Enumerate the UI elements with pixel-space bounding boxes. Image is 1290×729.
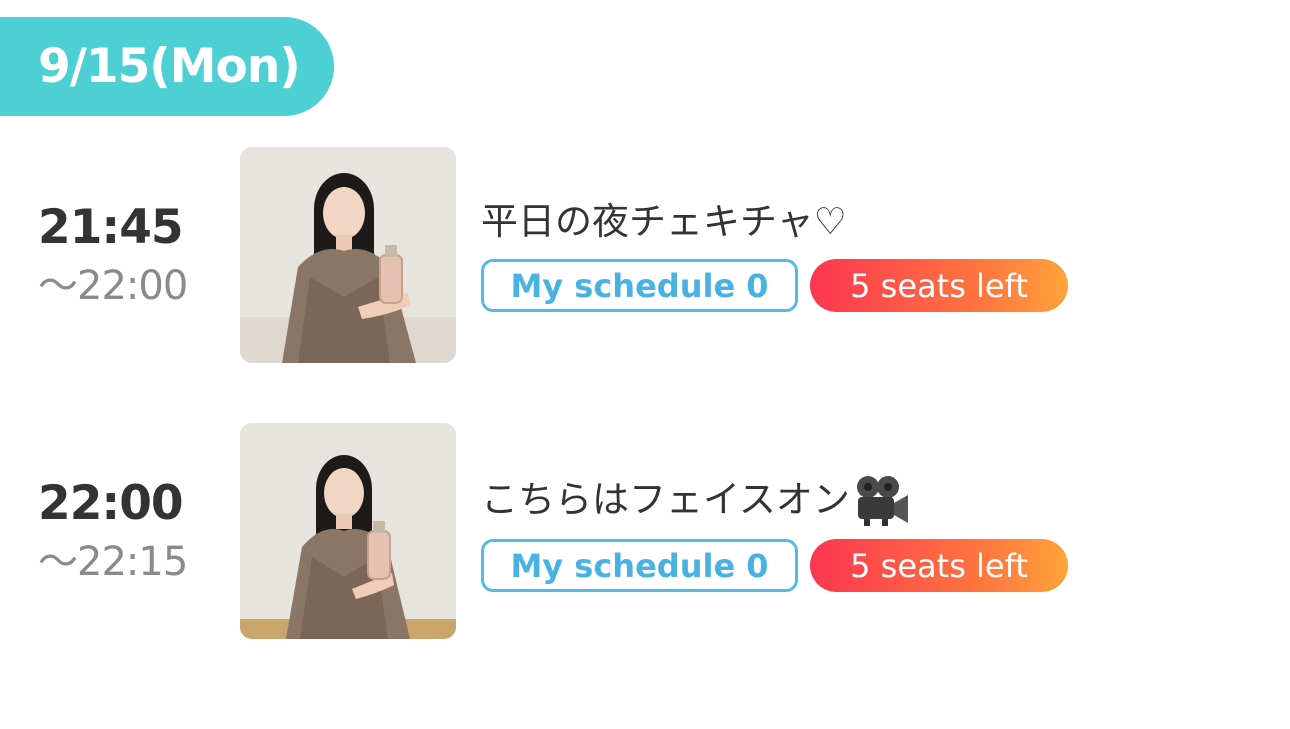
my-schedule-label: My schedule 0 [510,546,769,585]
seats-left-badge: 5 seats left [810,259,1068,312]
session-badges: My schedule 0 5 seats left [481,539,1068,592]
time-range: 22:00 〜22:15 [38,475,188,591]
my-schedule-label: My schedule 0 [510,266,769,305]
session-thumbnail[interactable] [240,423,456,639]
session-title-text: こちらはフェイスオン [481,478,850,521]
session-badges: My schedule 0 5 seats left [481,259,1068,312]
session-info: 平日の夜チェキチャ♡ My schedule 0 5 seats left [481,197,1068,312]
session-thumbnail[interactable] [240,147,456,363]
my-schedule-button[interactable]: My schedule 0 [481,539,798,592]
session-title-text: 平日の夜チェキチャ♡ [481,200,847,243]
end-time: 〜22:00 [38,263,188,309]
seats-left-label: 5 seats left [850,266,1028,305]
session-item[interactable]: 22:00 〜22:15 こちらはフェイスオン My schedule 0 5 … [0,423,1290,639]
seats-left-label: 5 seats left [850,546,1028,585]
end-time: 〜22:15 [38,539,188,585]
date-label: 9/15(Mon) [38,39,301,94]
person-photo-icon [240,147,456,363]
date-header: 9/15(Mon) [0,17,334,116]
my-schedule-button[interactable]: My schedule 0 [481,259,798,312]
start-time: 21:45 [38,200,184,255]
seats-left-badge: 5 seats left [810,539,1068,592]
session-title: 平日の夜チェキチャ♡ [481,197,1068,247]
person-photo-icon [240,423,456,639]
session-item[interactable]: 21:45 〜22:00 平日の夜チェキチャ♡ My schedule 0 5 … [0,147,1290,363]
start-time: 22:00 [38,476,184,531]
movie-camera-icon [856,476,908,526]
session-info: こちらはフェイスオン My schedule 0 5 seats left [481,473,1068,592]
session-title: こちらはフェイスオン [481,473,1068,527]
time-range: 21:45 〜22:00 [38,199,188,315]
